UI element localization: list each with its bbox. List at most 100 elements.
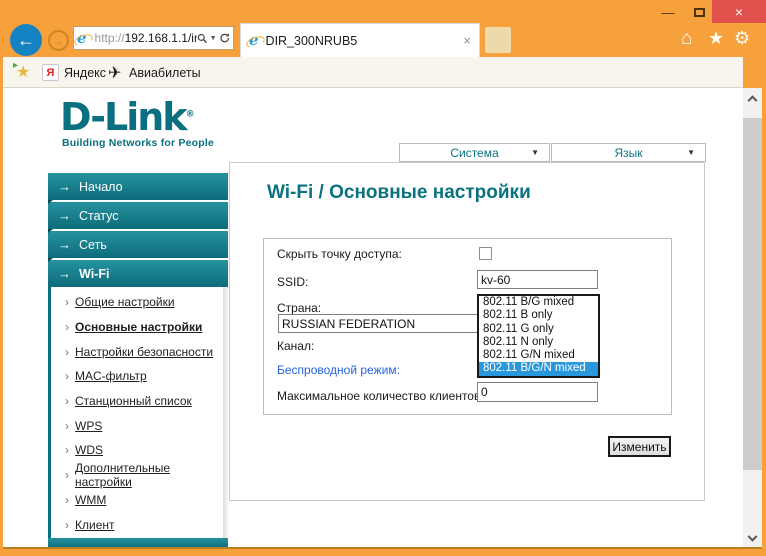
sidebar-item-network[interactable]: →Сеть: [48, 231, 228, 258]
chevron-right-icon: ›: [65, 493, 69, 507]
hide-ap-label: Скрыть точку доступа:: [277, 247, 402, 261]
chevron-up-icon: [748, 95, 758, 105]
dropdown-option[interactable]: 802.11 G only: [479, 323, 598, 336]
scroll-down-button[interactable]: [743, 530, 762, 548]
dropdown-option[interactable]: 802.11 B only: [479, 309, 598, 322]
submenu-item-client[interactable]: › Клиент: [51, 512, 226, 537]
dropdown-option[interactable]: 802.11 B/G mixed: [479, 296, 598, 309]
wireless-mode-label: Беспроводной режим:: [277, 363, 400, 377]
maximize-button[interactable]: [687, 2, 711, 22]
settings-gear-icon[interactable]: ⚙: [734, 29, 750, 47]
scroll-up-button[interactable]: [743, 88, 762, 106]
submenu-item-common[interactable]: › Общие настройки: [51, 290, 226, 315]
window-bottom-edge: [3, 547, 762, 549]
sidebar-item-wifi[interactable]: → Wi-Fi: [48, 260, 228, 287]
submenu-item-mac-filter[interactable]: › MAC-фильтр: [51, 364, 226, 389]
chevron-right-icon: ›: [65, 443, 69, 457]
browser-tab[interactable]: e DIR_300NRUB5 ×: [240, 23, 480, 57]
back-button[interactable]: ←: [10, 24, 42, 56]
browser-window: — × ← → e http://192.168.1.1/index ▼ e D…: [0, 0, 766, 556]
submenu-link[interactable]: Дополнительные настройки: [75, 461, 226, 489]
address-dropdown-icon[interactable]: ▼: [210, 35, 217, 42]
chevron-right-icon: ›: [65, 320, 69, 334]
submenu-link[interactable]: Основные настройки: [75, 320, 202, 334]
url-host: 192.168.1.1/index: [125, 31, 197, 45]
chevron-right-icon: ›: [65, 394, 69, 408]
apply-button[interactable]: Изменить: [608, 436, 671, 457]
submenu-link[interactable]: Настройки безопасности: [75, 345, 213, 359]
max-clients-label: Максимальное количество клиентов:: [277, 389, 484, 403]
url-protocol: http://: [95, 31, 125, 45]
language-menu-label: Язык: [614, 146, 642, 160]
dropdown-option-selected[interactable]: 802.11 B/G/N mixed: [479, 362, 598, 375]
search-icon[interactable]: [197, 32, 208, 45]
language-menu-button[interactable]: Язык ▼: [551, 143, 706, 162]
submenu-item-wps[interactable]: › WPS: [51, 413, 226, 438]
scrollbar-thumb[interactable]: [743, 118, 762, 470]
hide-ap-checkbox[interactable]: [479, 247, 492, 260]
address-bar[interactable]: e http://192.168.1.1/index ▼: [73, 26, 234, 50]
refresh-icon[interactable]: [219, 31, 230, 45]
ssid-label: SSID:: [277, 275, 308, 289]
chevron-right-icon: ›: [65, 518, 69, 532]
arrow-icon: →: [58, 266, 71, 281]
tab-close-icon[interactable]: ×: [463, 33, 471, 48]
new-tab-button[interactable]: [485, 27, 511, 53]
submenu-link[interactable]: Станционный список: [75, 394, 192, 408]
submenu-item-basic[interactable]: › Основные настройки: [51, 315, 226, 340]
chevron-right-icon: ›: [65, 369, 69, 383]
submenu-link[interactable]: WDS: [75, 443, 103, 457]
chevron-right-icon: ›: [65, 419, 69, 433]
chevron-down-icon: [748, 531, 758, 541]
tab-title: DIR_300NRUB5: [266, 34, 464, 48]
tab-ie-icon: e: [249, 33, 259, 48]
registered-mark: ®: [186, 109, 195, 119]
chevron-down-icon: ▼: [531, 148, 539, 157]
close-button[interactable]: ×: [712, 0, 766, 23]
airplane-icon[interactable]: ✈: [108, 63, 121, 83]
submenu-item-station-list[interactable]: › Станционный список: [51, 389, 226, 414]
wireless-mode-dropdown-list: 802.11 B/G mixed 802.11 B only 802.11 G …: [477, 294, 600, 378]
favorite-airtickets[interactable]: Авиабилеты: [129, 66, 201, 80]
dropdown-option[interactable]: 802.11 G/N mixed: [479, 349, 598, 362]
sidebar-label: Начало: [79, 180, 123, 194]
vertical-scrollbar[interactable]: [743, 88, 762, 548]
home-icon[interactable]: ⌂: [681, 29, 692, 48]
favorites-bar: ★ ▸ Я Яндекс ✈ Авиабилеты: [3, 57, 743, 88]
system-menu-label: Система: [450, 146, 498, 160]
chevron-right-icon: ›: [65, 345, 69, 359]
favorites-star-icon[interactable]: ★: [708, 29, 724, 47]
submenu-link[interactable]: MAC-фильтр: [75, 369, 147, 383]
sidebar-item-home[interactable]: →Начало: [48, 173, 228, 200]
ssid-input[interactable]: [477, 270, 598, 289]
add-favorite-arrow-icon: ▸: [13, 60, 18, 71]
submenu-link[interactable]: Общие настройки: [75, 295, 175, 309]
arrow-icon: →: [58, 237, 71, 252]
sidebar-label: Статус: [79, 209, 119, 223]
dropdown-option[interactable]: 802.11 N only: [479, 336, 598, 349]
max-clients-input[interactable]: [477, 382, 598, 402]
submenu-link[interactable]: WMM: [75, 493, 106, 507]
sidebar-item-status[interactable]: →Статус: [48, 202, 228, 229]
favorite-yandex[interactable]: Яндекс: [64, 66, 106, 80]
system-menu-button[interactable]: Система ▼: [399, 143, 550, 162]
submenu-item-advanced[interactable]: ›Дополнительные настройки: [51, 463, 226, 488]
dlink-tagline: Building Networks for People: [62, 137, 214, 149]
minimize-button[interactable]: —: [656, 2, 680, 22]
ie-icon: e: [77, 31, 87, 46]
submenu-item-wmm[interactable]: › WMM: [51, 488, 226, 513]
sidebar-label: Wi-Fi: [79, 267, 109, 281]
dlink-logo: D-Link®: [60, 98, 195, 136]
submenu-link[interactable]: Клиент: [75, 518, 115, 532]
submenu-item-wds[interactable]: › WDS: [51, 438, 226, 463]
maximize-icon: [694, 8, 705, 17]
chevron-right-icon: ›: [65, 295, 69, 309]
chevron-down-icon: ▼: [687, 148, 695, 157]
url-text[interactable]: http://192.168.1.1/index: [95, 31, 197, 45]
yandex-icon[interactable]: Я: [42, 64, 59, 81]
page-title: Wi-Fi / Основные настройки: [267, 182, 531, 204]
submenu-item-security[interactable]: › Настройки безопасности: [51, 339, 226, 364]
forward-button[interactable]: →: [48, 30, 69, 51]
submenu-link[interactable]: WPS: [75, 419, 102, 433]
add-favorite-icon[interactable]: ★: [16, 62, 30, 82]
